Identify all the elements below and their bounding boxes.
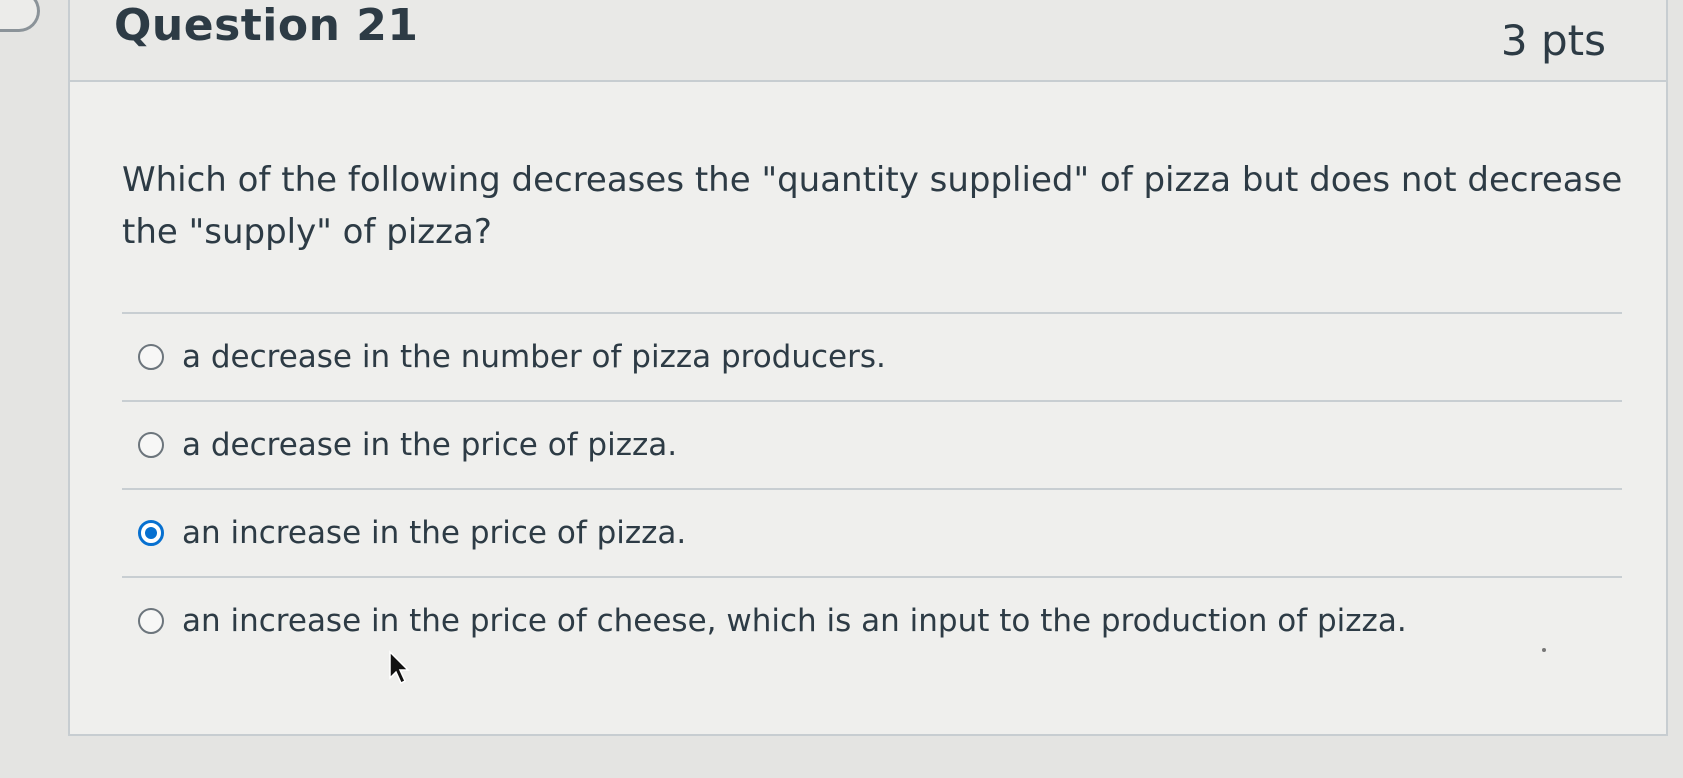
answer-option-1[interactable]: a decrease in the number of pizza produc…: [122, 314, 1622, 400]
answer-label: a decrease in the number of pizza produc…: [182, 339, 886, 375]
question-text: Which of the following decreases the "qu…: [122, 160, 1623, 252]
answer-list: a decrease in the number of pizza produc…: [122, 312, 1622, 664]
radio-button[interactable]: [138, 608, 164, 634]
radio-button[interactable]: [138, 432, 164, 458]
answer-label: a decrease in the price of pizza.: [182, 427, 678, 463]
question-points: 3 pts: [1500, 16, 1606, 65]
answer-option-2[interactable]: a decrease in the price of pizza.: [122, 402, 1622, 488]
question-card: Question 21 3 pts Which of the following…: [68, 0, 1668, 736]
question-header: Question 21 3 pts: [70, 0, 1666, 82]
answer-option-4[interactable]: an increase in the price of cheese, whic…: [122, 578, 1622, 664]
answer-label: an increase in the price of cheese, whic…: [182, 603, 1407, 639]
answer-option-3[interactable]: an increase in the price of pizza.: [122, 490, 1622, 576]
question-title: Question 21: [114, 0, 419, 51]
radio-button[interactable]: [138, 344, 164, 370]
question-nav-tab[interactable]: [0, 0, 40, 32]
radio-button-selected[interactable]: [138, 520, 164, 546]
mouse-pointer-icon: [389, 650, 410, 685]
stray-dot: [1542, 648, 1546, 652]
answer-label: an increase in the price of pizza.: [182, 515, 687, 551]
